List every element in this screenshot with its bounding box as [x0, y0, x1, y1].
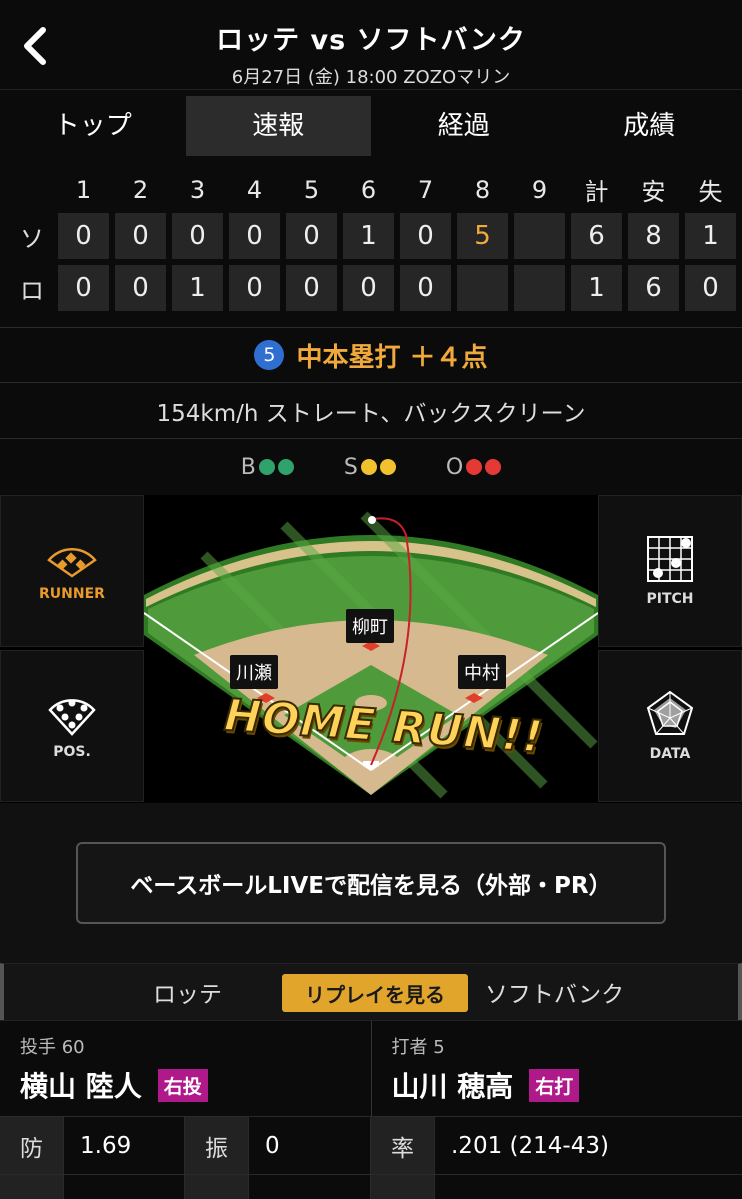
pitch-button[interactable]: PITCH	[598, 495, 742, 647]
inning-score-current: 5	[457, 213, 508, 259]
batter-role: 打者 5	[391, 1037, 445, 1058]
total-errors: 1	[685, 213, 736, 259]
game-info: 6月27日 (金) 18:00 ZOZOマリン	[231, 67, 511, 88]
avg-key: 率	[371, 1117, 435, 1174]
errors-header: 失	[698, 178, 723, 206]
total-runs: 6	[571, 213, 622, 259]
total-runs-header: 計	[584, 178, 609, 206]
inning-header: 2	[132, 175, 149, 204]
inning-score: 0	[172, 213, 223, 259]
pitch-grid-icon	[647, 536, 693, 582]
tab-top[interactable]: トップ	[0, 96, 186, 156]
fielder-left: 川瀬	[230, 655, 278, 689]
total-runs: 1	[571, 265, 622, 311]
team-header	[12, 172, 52, 207]
score-row-home: ロ 0 0 1 0 0 0 0 1 6 0	[12, 265, 736, 311]
fielder-center: 柳町	[346, 609, 394, 643]
baseball-field: 柳町 川瀬 中村 HOME RUN!!	[143, 495, 599, 803]
outs-indicator: O	[446, 455, 502, 480]
team-tabs: ロッテ ソフトバンク リプレイを見る	[0, 963, 742, 1020]
replay-button[interactable]: リプレイを見る	[282, 974, 468, 1012]
hits-header: 安	[641, 178, 666, 206]
pitch-label: PITCH	[646, 591, 694, 607]
header: ロッテ vs ソフトバンク 6月27日 (金) 18:00 ZOZOマリン	[0, 0, 742, 90]
inning-score: 0	[115, 265, 166, 311]
team-name: ロ	[20, 276, 44, 305]
inning-score	[514, 265, 565, 311]
strikes-indicator: S	[344, 455, 396, 480]
pitcher-name: 横山 陸人	[20, 1070, 142, 1103]
inning-header: 5	[303, 175, 320, 204]
total-errors: 0	[685, 265, 736, 311]
pos-button[interactable]: POS.	[0, 650, 144, 802]
balls-indicator: B	[241, 455, 294, 480]
inning-score: 1	[343, 213, 394, 259]
pitch-description: 154km/h ストレート、バックスクリーン	[0, 383, 742, 439]
stats-row: 防 1.69 振 0 率 .201 (214-43)	[0, 1116, 742, 1174]
inning-header: 3	[189, 175, 206, 204]
batter-number-badge: 5	[254, 340, 285, 370]
positions-icon	[48, 699, 96, 736]
strikeout-value: 0	[249, 1117, 371, 1174]
fielder-right: 中村	[458, 655, 506, 689]
data-button[interactable]: DATA	[598, 650, 742, 802]
inning-score: 0	[115, 213, 166, 259]
tab-bar: トップ 速報 経過 成績	[0, 90, 742, 162]
inning-score	[514, 213, 565, 259]
runner-label: RUNNER	[39, 586, 105, 602]
batter-hand-badge: 右打	[529, 1068, 580, 1102]
stats-row-2	[0, 1174, 742, 1199]
chevron-left-icon[interactable]	[14, 24, 54, 72]
inning-score: 0	[58, 213, 109, 259]
pitcher-card[interactable]: 投手 60 横山 陸人 右投	[0, 1021, 372, 1116]
team-name: ソ	[20, 224, 44, 253]
inning-score: 0	[286, 265, 337, 311]
inning-score: 1	[172, 265, 223, 311]
page-title: ロッテ vs ソフトバンク	[216, 25, 526, 56]
baseball-live-button[interactable]: ベースボールLIVEで配信を見る（外部・PR）	[76, 842, 666, 924]
inning-header: 4	[246, 175, 263, 204]
live-section: ベースボールLIVEで配信を見る（外部・PR）	[0, 803, 742, 963]
inning-score: 0	[229, 265, 280, 311]
inning-score: 0	[229, 213, 280, 259]
total-hits: 6	[628, 265, 679, 311]
tab-stats[interactable]: 成績	[557, 96, 742, 156]
total-hits: 8	[628, 213, 679, 259]
scoreboard: 1 2 3 4 5 6 7 8 9 計 安 失 ソ 0 0 0 0 0 1 0 …	[0, 162, 742, 327]
batter-name: 山川 穂高	[391, 1070, 514, 1103]
avg-value: .201 (214-43)	[451, 1132, 609, 1159]
tab-live[interactable]: 速報	[185, 96, 371, 156]
inning-header: 9	[531, 175, 548, 204]
era-value: 1.69	[64, 1117, 185, 1174]
inning-header: 7	[417, 175, 434, 204]
batter-card[interactable]: 打者 5 山川 穂高 右打	[372, 1021, 742, 1116]
play-text: 中本塁打 ＋４点	[296, 342, 488, 373]
radar-chart-icon	[646, 690, 694, 735]
diamond-icon	[47, 548, 97, 578]
inning-score	[457, 265, 508, 311]
pitcher-role: 投手 60	[20, 1037, 85, 1058]
runner-button[interactable]: RUNNER	[0, 495, 144, 647]
ball-count: B S O	[0, 439, 742, 495]
strikeout-key: 振	[185, 1117, 249, 1174]
play-result: 5 中本塁打 ＋４点	[0, 327, 742, 383]
inning-header: 8	[474, 175, 491, 204]
pos-label: POS.	[53, 744, 91, 760]
inning-score: 0	[400, 213, 451, 259]
data-label: DATA	[649, 746, 691, 762]
matchup: 投手 60 横山 陸人 右投 打者 5 山川 穂高 右打	[0, 1020, 742, 1116]
tab-progress[interactable]: 経過	[371, 96, 557, 156]
inning-header: 1	[75, 175, 92, 204]
score-row-away: ソ 0 0 0 0 0 1 0 5 6 8 1	[12, 213, 736, 259]
inning-score: 0	[400, 265, 451, 311]
field-area: RUNNER POS. PITCH DATA 柳町 川瀬 中村 HOME RUN…	[0, 495, 742, 803]
inning-header: 6	[360, 175, 377, 204]
era-key: 防	[0, 1117, 64, 1174]
pitcher-hand-badge: 右投	[157, 1068, 208, 1102]
inning-score: 0	[343, 265, 394, 311]
inning-score: 0	[58, 265, 109, 311]
inning-score: 0	[286, 213, 337, 259]
